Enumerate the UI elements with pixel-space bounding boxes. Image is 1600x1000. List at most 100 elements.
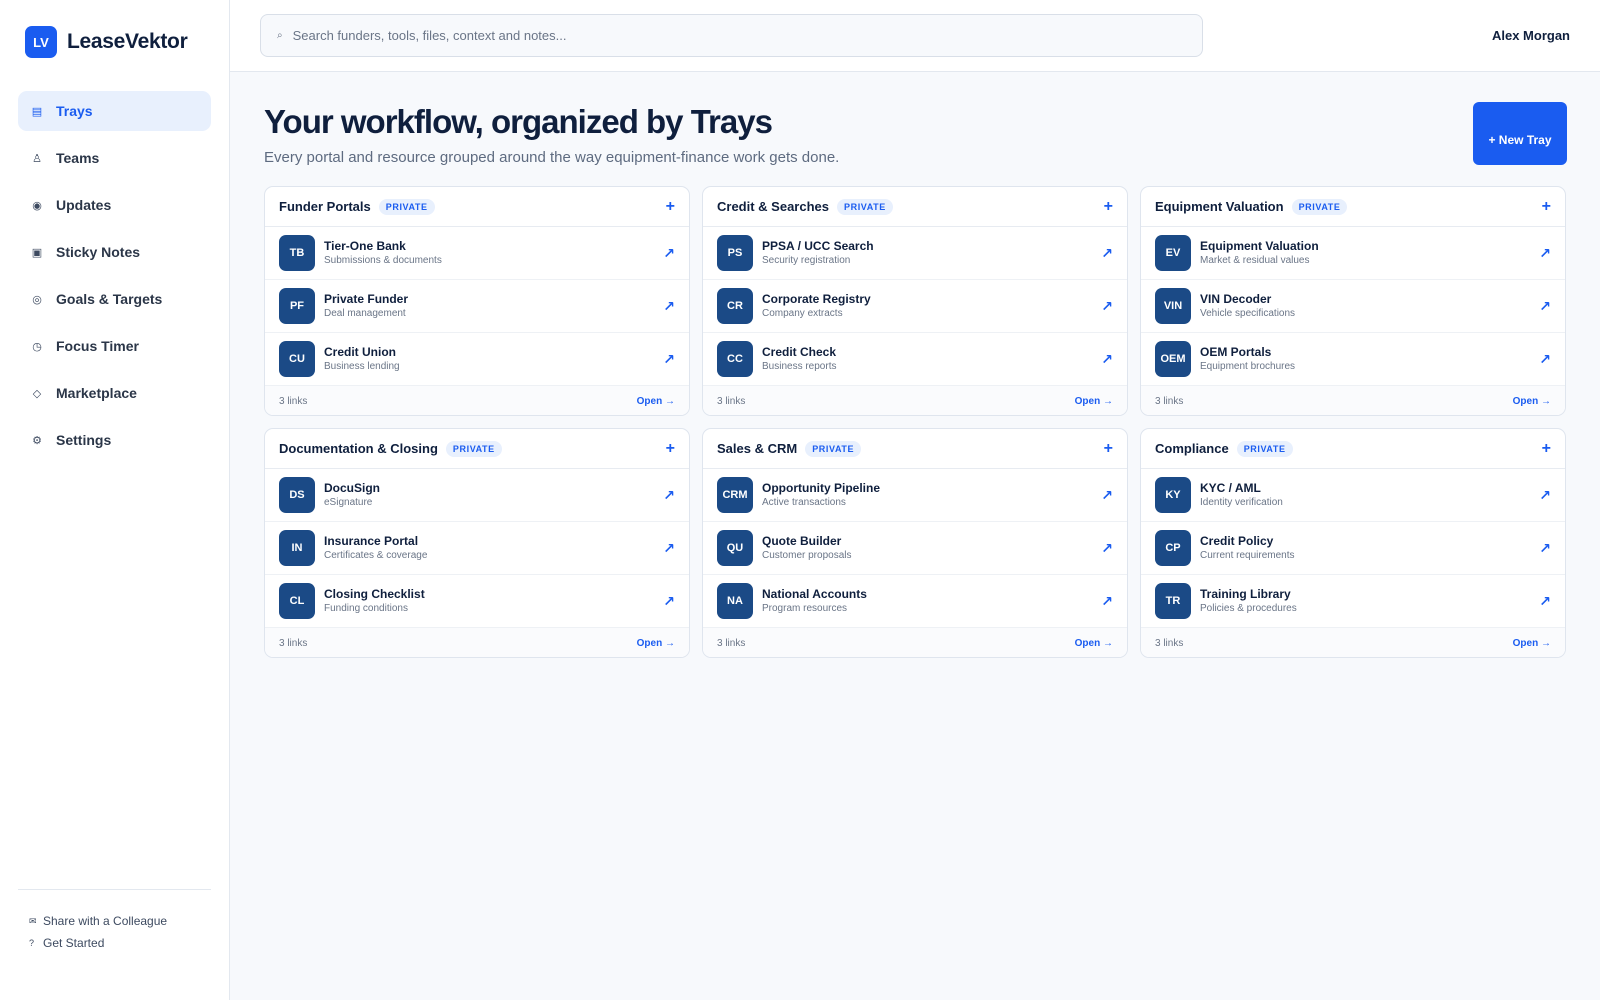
link-name: PPSA / UCC Search (762, 239, 874, 253)
private-badge: PRIVATE (445, 440, 502, 457)
link-avatar: CP (1155, 530, 1191, 566)
tray-footer: 3 links Open → (265, 386, 689, 415)
sidebar-item-teams[interactable]: ♙ Teams (18, 138, 211, 178)
external-link-icon[interactable]: ↗ (1101, 487, 1113, 504)
sidebar-item-settings[interactable]: ⚙ Settings (18, 420, 211, 460)
sidebar-item-updates[interactable]: ◉ Updates (18, 185, 211, 225)
open-tray-button[interactable]: Open → (1075, 396, 1113, 407)
tray-link-row[interactable]: CC Credit Check Business reports ↗ (703, 333, 1127, 386)
sidebar-item-label: Trays (56, 103, 93, 119)
tray-link-row[interactable]: EV Equipment Valuation Market & residual… (1141, 227, 1565, 280)
open-tray-button[interactable]: Open → (1513, 396, 1551, 407)
link-text: Equipment Valuation Market & residual va… (1200, 239, 1319, 267)
sidebar-item-marketplace[interactable]: ◇ Marketplace (18, 373, 211, 413)
tray-card: Equipment Valuation PRIVATE + EV Equipme… (1140, 186, 1566, 416)
get-started-link[interactable]: ? Get Started (29, 936, 104, 950)
link-name: National Accounts (762, 587, 867, 601)
link-description: Company extracts (762, 308, 843, 319)
sidebar-item-label: Settings (56, 432, 112, 448)
open-tray-button[interactable]: Open → (1513, 638, 1551, 649)
sidebar-item-goals[interactable]: ◎ Goals & Targets (18, 279, 211, 319)
tray-links: CRM Opportunity Pipeline Active transact… (703, 469, 1127, 628)
external-link-icon[interactable]: ↗ (663, 351, 675, 368)
link-text: Credit Check Business reports (762, 345, 836, 373)
link-text: KYC / AML Identity verification (1200, 481, 1283, 509)
open-tray-button[interactable]: Open → (637, 638, 675, 649)
link-description: Identity verification (1200, 497, 1283, 508)
external-link-icon[interactable]: ↗ (1101, 540, 1113, 557)
link-text: National Accounts Program resources (762, 587, 867, 615)
tray-link-row[interactable]: CU Credit Union Business lending ↗ (265, 333, 689, 386)
add-link-button[interactable]: + (1542, 440, 1551, 458)
tray-link-row[interactable]: TR Training Library Policies & procedure… (1141, 575, 1565, 628)
tray-link-row[interactable]: QU Quote Builder Customer proposals ↗ (703, 522, 1127, 575)
external-link-icon[interactable]: ↗ (663, 593, 675, 610)
open-tray-button[interactable]: Open → (1075, 638, 1113, 649)
search-icon: ⌕ (277, 30, 283, 41)
help-icon: ? (29, 938, 35, 948)
external-link-icon[interactable]: ↗ (663, 487, 675, 504)
sidebar-item-sticky-notes[interactable]: ▣ Sticky Notes (18, 232, 211, 272)
sidebar-item-trays[interactable]: ▤ Trays (18, 91, 211, 131)
add-link-button[interactable]: + (666, 440, 675, 458)
tray-card: Documentation & Closing PRIVATE + DS Doc… (264, 428, 690, 658)
trays-icon: ▤ (31, 105, 43, 118)
open-tray-button[interactable]: Open → (637, 396, 675, 407)
tray-link-row[interactable]: CP Credit Policy Current requirements ↗ (1141, 522, 1565, 575)
brand[interactable]: LV LeaseVektor (25, 26, 188, 58)
external-link-icon[interactable]: ↗ (663, 298, 675, 315)
tray-link-row[interactable]: PF Private Funder Deal management ↗ (265, 280, 689, 333)
external-link-icon[interactable]: ↗ (1101, 245, 1113, 262)
search-input[interactable] (292, 28, 1143, 43)
link-description: Market & residual values (1200, 255, 1310, 266)
link-text: PPSA / UCC Search Security registration (762, 239, 874, 267)
add-link-button[interactable]: + (1104, 198, 1113, 216)
tray-header: Compliance PRIVATE + (1141, 429, 1565, 469)
external-link-icon[interactable]: ↗ (663, 540, 675, 557)
search-bar[interactable]: ⌕ (260, 14, 1203, 57)
tray-link-row[interactable]: VIN VIN Decoder Vehicle specifications ↗ (1141, 280, 1565, 333)
tray-link-row[interactable]: TB Tier-One Bank Submissions & documents… (265, 227, 689, 280)
link-description: Customer proposals (762, 550, 852, 561)
sidebar-item-focus-timer[interactable]: ◷ Focus Timer (18, 326, 211, 366)
tray-link-row[interactable]: KY KYC / AML Identity verification ↗ (1141, 469, 1565, 522)
link-count: 3 links (717, 637, 746, 649)
link-avatar: PF (279, 288, 315, 324)
external-link-icon[interactable]: ↗ (663, 245, 675, 262)
external-link-icon[interactable]: ↗ (1539, 298, 1551, 315)
tray-link-row[interactable]: CL Closing Checklist Funding conditions … (265, 575, 689, 628)
link-avatar: CR (717, 288, 753, 324)
tray-link-row[interactable]: CR Corporate Registry Company extracts ↗ (703, 280, 1127, 333)
sidebar-item-label: Marketplace (56, 385, 137, 401)
tray-link-row[interactable]: OEM OEM Portals Equipment brochures ↗ (1141, 333, 1565, 386)
new-tray-button[interactable]: + New Tray (1473, 102, 1567, 165)
link-name: VIN Decoder (1200, 292, 1272, 306)
tray-link-row[interactable]: CRM Opportunity Pipeline Active transact… (703, 469, 1127, 522)
add-link-button[interactable]: + (1104, 440, 1113, 458)
add-link-button[interactable]: + (666, 198, 675, 216)
link-text: Insurance Portal Certificates & coverage (324, 534, 427, 562)
external-link-icon[interactable]: ↗ (1101, 351, 1113, 368)
user-name[interactable]: Alex Morgan (1492, 28, 1570, 43)
external-link-icon[interactable]: ↗ (1539, 593, 1551, 610)
tray-link-row[interactable]: NA National Accounts Program resources ↗ (703, 575, 1127, 628)
external-link-icon[interactable]: ↗ (1101, 298, 1113, 315)
updates-icon: ◉ (32, 199, 42, 212)
external-link-icon[interactable]: ↗ (1539, 351, 1551, 368)
tray-link-row[interactable]: DS DocuSign eSignature ↗ (265, 469, 689, 522)
link-avatar: NA (717, 583, 753, 619)
brand-logo: LV (25, 26, 57, 58)
share-link[interactable]: ✉ Share with a Colleague (29, 914, 167, 928)
teams-icon: ♙ (32, 152, 42, 165)
add-link-button[interactable]: + (1542, 198, 1551, 216)
get-started-label: Get Started (43, 936, 105, 950)
tray-link-row[interactable]: PS PPSA / UCC Search Security registrati… (703, 227, 1127, 280)
tray-footer: 3 links Open → (265, 628, 689, 657)
link-description: Current requirements (1200, 550, 1295, 561)
link-name: Equipment Valuation (1200, 239, 1319, 253)
external-link-icon[interactable]: ↗ (1101, 593, 1113, 610)
external-link-icon[interactable]: ↗ (1539, 540, 1551, 557)
external-link-icon[interactable]: ↗ (1539, 245, 1551, 262)
tray-link-row[interactable]: IN Insurance Portal Certificates & cover… (265, 522, 689, 575)
external-link-icon[interactable]: ↗ (1539, 487, 1551, 504)
